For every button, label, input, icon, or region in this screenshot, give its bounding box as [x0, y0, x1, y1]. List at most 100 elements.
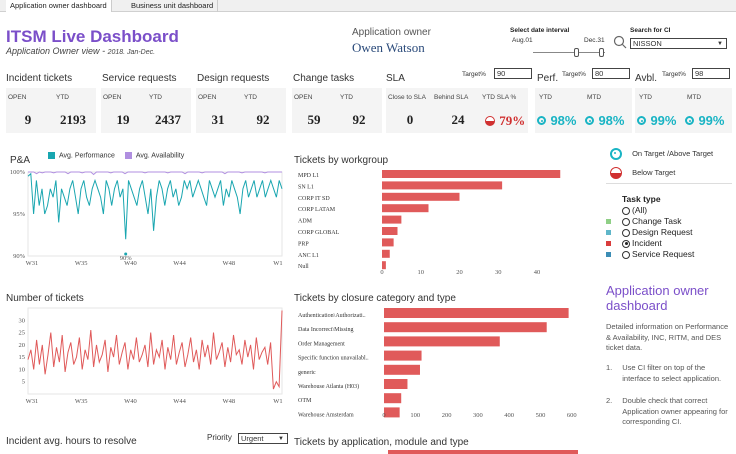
incident-ytd-value: 2193	[60, 112, 86, 127]
bar-label: Specific function unavailabl..	[298, 355, 369, 362]
task-type-option[interactable]: Design Request	[606, 227, 694, 238]
avbl-mtd: 99%	[685, 112, 732, 130]
y-tick-label: 25	[19, 330, 26, 337]
info-description: Detailed information on Performance & Av…	[606, 322, 729, 352]
x-tick-label: 500	[536, 412, 546, 419]
pa-chart: 100%95%90%W31 W35 W40 W44 W48 W190%	[10, 169, 283, 267]
service-kpi-card: OPEN YTD 19 2437	[101, 88, 191, 133]
kpi-header: YTD	[340, 94, 353, 101]
avbl-target-input[interactable]: 98	[692, 68, 730, 79]
x-tick-label: 600	[567, 412, 577, 419]
page-title: ITSM Live Dashboard	[6, 27, 179, 46]
date-slider-track[interactable]	[533, 52, 605, 53]
avbl-kpi-card: YTD MTD 99% 99%	[635, 88, 732, 133]
kpi-header: YTD	[244, 94, 257, 101]
bar	[382, 204, 429, 213]
legend-availability: Avg. Availability	[135, 152, 185, 160]
step-text: Double check that correct Application ow…	[622, 396, 728, 426]
perf-section-title: Perf.	[537, 73, 559, 84]
legend-below-label: Below Target	[632, 168, 676, 178]
design-section-title: Design requests	[197, 73, 270, 84]
date-slider-handle-start[interactable]	[573, 48, 579, 57]
date-filter-label: Select date interval	[510, 27, 570, 34]
task-type-label: Incident	[632, 238, 662, 248]
bar	[384, 350, 422, 361]
step-text: Use CI filter on top of the interface to…	[622, 363, 722, 383]
x-tick-label: W40	[124, 398, 137, 405]
date-end: Dec.31	[584, 37, 605, 44]
radio-button[interactable]	[622, 250, 630, 259]
avbl-ytd-value: 99%	[650, 113, 677, 128]
on-target-icon	[585, 116, 594, 126]
radio-button[interactable]	[622, 217, 630, 226]
avbl-ytd: 99%	[637, 112, 685, 130]
info-step: 1. Use CI filter on top of the interface…	[606, 363, 734, 384]
bar-label: CORP LATAM	[298, 207, 336, 213]
info-title: Application owner dashboard	[606, 283, 709, 313]
bar	[382, 261, 386, 270]
below-target-icon	[610, 167, 622, 180]
change-kpi-card: OPEN YTD 59 92	[292, 88, 382, 133]
sla-target-label: Target%	[462, 71, 486, 78]
perf-ytd-value: 98%	[550, 113, 577, 128]
x-tick-label: 200	[442, 412, 452, 419]
chevron-down-icon: ▼	[278, 436, 284, 442]
bar	[384, 379, 408, 389]
search-icon[interactable]	[613, 35, 627, 49]
bar	[382, 238, 394, 247]
date-slider-handle-end[interactable]	[598, 48, 604, 57]
task-type-label: Service Request	[632, 249, 695, 259]
x-tick-label: W48	[222, 398, 235, 405]
radio-button[interactable]	[622, 239, 630, 248]
radio-button[interactable]	[622, 206, 630, 215]
ci-search-label: Search for CI	[630, 27, 671, 34]
bar	[382, 192, 460, 201]
x-tick-label: 10	[418, 269, 425, 276]
task-type-option[interactable]: Service Request	[606, 249, 695, 260]
sla-target-input[interactable]: 90	[494, 68, 532, 79]
legend-performance: Avg. Performance	[59, 152, 115, 160]
kpi-header: MTD	[687, 94, 702, 101]
task-type-option[interactable]: Change Task	[606, 216, 694, 227]
task-type-label: Change Task	[632, 216, 682, 226]
bar	[382, 215, 402, 224]
kpi-header: YTD	[539, 94, 552, 101]
owner-name: Owen Watson	[352, 40, 425, 55]
bar	[384, 308, 569, 318]
bar-label: SN L1	[298, 184, 314, 190]
annotation-label: 90%	[120, 255, 133, 262]
task-type-option[interactable]: (All)	[622, 205, 694, 216]
bar-label: Warehouse Atlanta (H03)	[298, 383, 359, 390]
design-kpi-card: OPEN YTD 31 92	[196, 88, 286, 133]
y-tick-label: 20	[19, 342, 26, 349]
change-ytd-value: 92	[352, 112, 366, 127]
x-tick-label: W31	[26, 398, 39, 405]
priority-label: Priority	[207, 433, 232, 442]
x-tick-label: 300	[473, 412, 483, 419]
tickets-chart: 30 25 20 15 10 5 W31 W35 W40 W44 W48 W1	[19, 307, 283, 405]
ci-search-value: NISSON	[633, 39, 662, 48]
perf-target-input[interactable]: 80	[592, 68, 630, 79]
tab-application-owner[interactable]: Application owner dashboard	[6, 0, 112, 12]
on-target-icon	[685, 116, 694, 126]
priority-select[interactable]: Urgent ▼	[238, 433, 288, 444]
sla-section-title: SLA	[386, 73, 405, 84]
y-tick-label: 5	[22, 379, 25, 386]
y-tick-label: 95%	[13, 211, 26, 218]
legend-on-target-label: On Target /Above Target	[632, 149, 714, 158]
tab-business-unit[interactable]: Business unit dashboard	[127, 0, 219, 12]
perf-mtd-value: 98%	[598, 113, 625, 128]
bar-label: Null	[298, 264, 309, 270]
radio-button[interactable]	[622, 228, 630, 237]
y-tick-label: 30	[19, 317, 26, 324]
x-tick-label: 30	[495, 269, 502, 276]
x-tick-label: 0	[382, 412, 385, 419]
status-legend: On Target /Above Target Below Target	[610, 147, 714, 180]
subtitle-sep: -	[102, 46, 106, 56]
kpi-header: OPEN	[8, 94, 27, 101]
ci-search-select[interactable]: NISSON ▼	[630, 38, 727, 49]
x-tick-label: 100	[410, 412, 420, 419]
x-tick-label: 0	[380, 269, 383, 276]
task-type-option[interactable]: Incident	[606, 238, 694, 249]
bar	[384, 407, 400, 418]
